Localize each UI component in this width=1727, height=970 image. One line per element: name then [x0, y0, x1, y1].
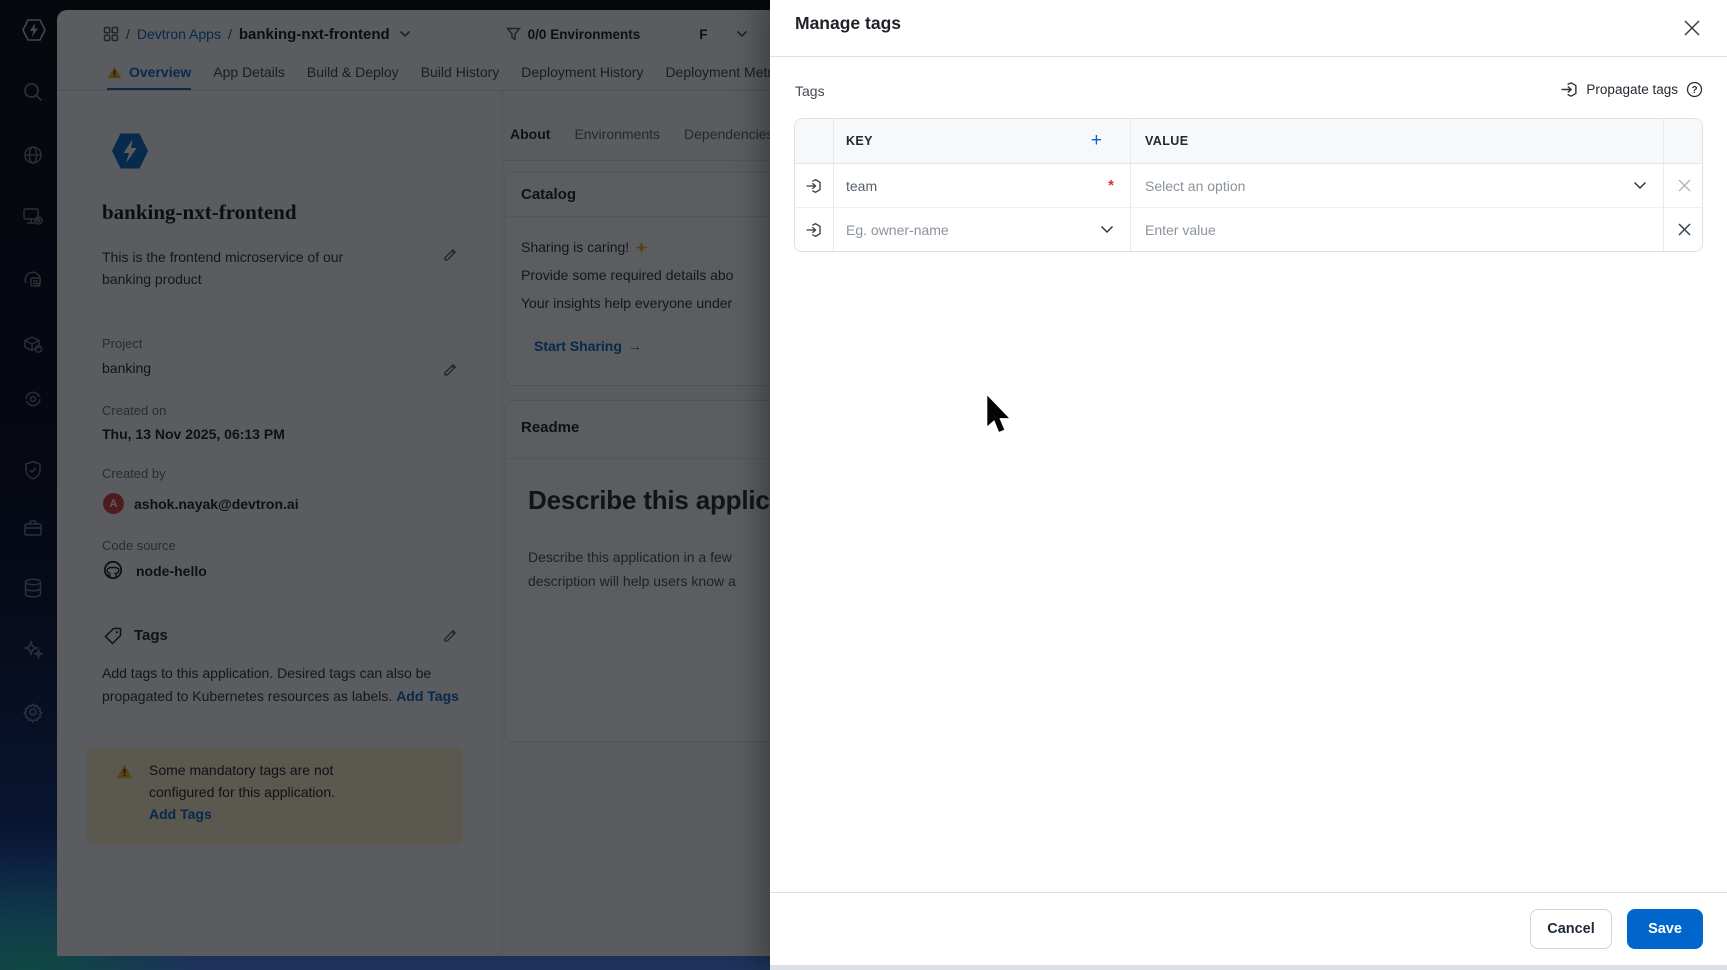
- tags-label: Tags: [795, 83, 825, 99]
- propagate-icon: [1561, 82, 1577, 97]
- tag-key-placeholder: Eg. owner-name: [846, 221, 949, 238]
- tag-row-2: Eg. owner-name Enter value: [795, 208, 1702, 251]
- propagate-label: Propagate tags: [1586, 82, 1678, 97]
- manage-tags-drawer: Manage tags Tags Propagate tags ? KEY + …: [770, 0, 1727, 970]
- tag-value-input[interactable]: Enter value: [1131, 208, 1664, 251]
- propagate-row-icon[interactable]: [795, 208, 834, 251]
- save-button[interactable]: Save: [1627, 909, 1703, 949]
- svg-text:?: ?: [1691, 85, 1697, 96]
- value-column-header: VALUE: [1145, 134, 1189, 148]
- tag-value-placeholder: Enter value: [1145, 221, 1216, 238]
- tag-key-select[interactable]: Eg. owner-name: [834, 208, 1131, 251]
- tag-value-placeholder: Select an option: [1145, 177, 1246, 194]
- tag-key-input[interactable]: team *: [834, 164, 1131, 207]
- drawer-bottom-edge: [770, 965, 1727, 970]
- delete-row-button-disabled: [1664, 164, 1702, 207]
- required-asterisk: *: [1108, 177, 1114, 194]
- tag-row-1: team * Select an option: [795, 164, 1702, 208]
- propagate-row-icon[interactable]: [795, 164, 834, 207]
- chevron-down-icon: [1100, 225, 1114, 234]
- help-icon[interactable]: ?: [1686, 81, 1703, 98]
- cancel-button[interactable]: Cancel: [1530, 909, 1612, 949]
- delete-row-button[interactable]: [1664, 208, 1702, 251]
- tag-value-select[interactable]: Select an option: [1131, 164, 1664, 207]
- tag-key-value: team: [846, 177, 878, 194]
- drawer-title: Manage tags: [795, 13, 901, 33]
- tags-table-header: KEY + VALUE: [795, 119, 1702, 164]
- drawer-header-divider: [770, 56, 1727, 57]
- close-icon[interactable]: [1679, 15, 1705, 41]
- screen: / Devtron Apps / banking-nxt-frontend 0/…: [0, 0, 1727, 970]
- drawer-footer-divider: [770, 892, 1727, 893]
- chevron-down-icon: [1633, 181, 1647, 190]
- tags-table: KEY + VALUE team * Select an option Eg. …: [794, 118, 1703, 252]
- add-tag-row-button[interactable]: +: [1091, 130, 1102, 152]
- propagate-tags-control[interactable]: Propagate tags ?: [1561, 81, 1703, 98]
- key-column-header: KEY: [846, 134, 873, 148]
